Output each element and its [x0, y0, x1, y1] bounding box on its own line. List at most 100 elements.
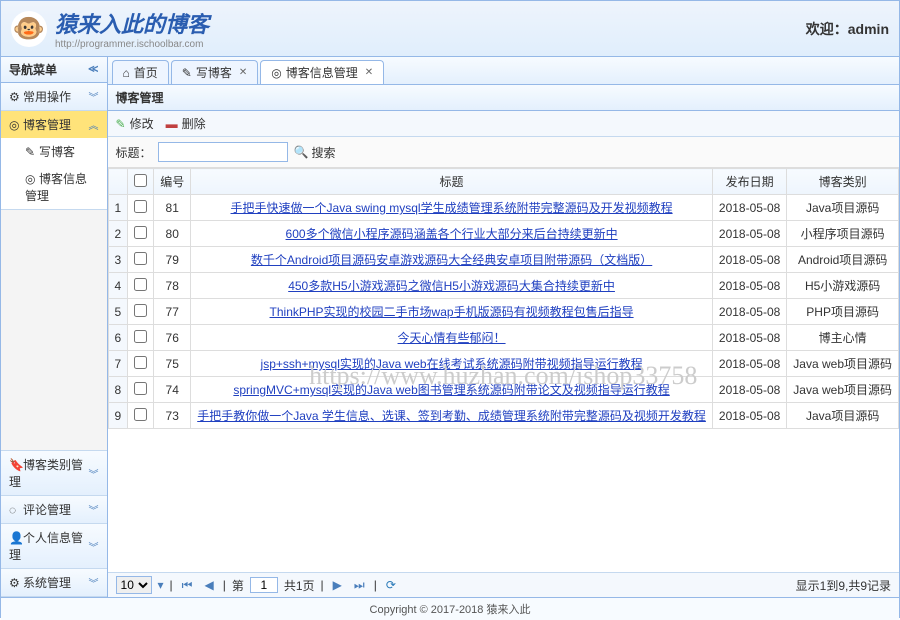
next-page-button[interactable]: ▶ — [330, 578, 345, 592]
table-row[interactable]: 4 78 450多款H5小游戏源码之微信H5小游戏源码大集合持续更新中 2018… — [108, 273, 898, 299]
cell-date: 2018-05-08 — [712, 273, 786, 299]
table-row[interactable]: 6 76 今天心情有些郁闷！ 2018-05-08 博主心情 — [108, 325, 898, 351]
row-number: 9 — [108, 403, 128, 429]
row-number: 6 — [108, 325, 128, 351]
cell-date: 2018-05-08 — [712, 377, 786, 403]
collapse-left-icon[interactable]: ≪ — [88, 64, 98, 75]
sidebar-group[interactable]: ◎博客管理 ︽ — [1, 111, 107, 138]
chevron-icon: ︾ — [89, 575, 99, 590]
row-checkbox[interactable] — [134, 278, 147, 291]
cell-id: 73 — [154, 403, 191, 429]
sidebar-group[interactable]: 🔖博客类别管理 ︾ — [1, 451, 107, 495]
close-icon[interactable]: ✕ — [239, 67, 247, 78]
sidebar-item[interactable]: ◎博客信息管理 — [1, 165, 107, 209]
cell-date: 2018-05-08 — [712, 195, 786, 221]
tab-label: 首页 — [134, 64, 158, 81]
sidebar-item-icon: ◎ — [25, 172, 39, 186]
last-page-button[interactable]: ⏭ — [351, 578, 368, 593]
panel-title: 博客管理 — [108, 85, 899, 111]
title-link[interactable]: springMVC+mysql实现的Java web图书管理系统源码附带论文及视… — [233, 383, 669, 397]
chevron-icon: ︾ — [89, 89, 99, 104]
row-number: 5 — [108, 299, 128, 325]
table-row[interactable]: 7 75 jsp+ssh+mysql实现的Java web在线考试系统源码附带视… — [108, 351, 898, 377]
col-title[interactable]: 标题 — [191, 169, 713, 195]
chevron-icon: ︾ — [89, 466, 99, 481]
title-link[interactable]: 数千个Android项目源码安卓游戏源码大全经典安卓项目附带源码（文档版） — [251, 253, 652, 267]
chevron-down-icon: ▾ — [158, 578, 164, 592]
page-header: 🐵 猿来入此的博客 http://programmer.ischoolbar.c… — [1, 1, 899, 57]
tab[interactable]: ✎ 写博客 ✕ — [171, 60, 258, 84]
cell-id: 75 — [154, 351, 191, 377]
title-link[interactable]: 手把手教你做一个Java 学生信息、选课、签到考勤、成绩管理系统附带完整源码及视… — [197, 409, 706, 423]
cell-category: Java项目源码 — [787, 195, 899, 221]
cell-id: 80 — [154, 221, 191, 247]
page-size-select[interactable]: 10 — [116, 576, 152, 594]
prev-page-button[interactable]: ◀ — [201, 578, 216, 592]
row-number: 8 — [108, 377, 128, 403]
cell-title: 数千个Android项目源码安卓游戏源码大全经典安卓项目附带源码（文档版） — [191, 247, 713, 273]
data-table: 编号 标题 发布日期 博客类别 1 81 手把手快速做一个Java swing … — [108, 168, 899, 429]
row-checkbox[interactable] — [134, 200, 147, 213]
page-footer: Copyright © 2017-2018 猿来入此 — [1, 597, 899, 620]
sidebar-title: 导航菜单 ≪ — [1, 57, 107, 83]
title-link[interactable]: 手把手快速做一个Java swing mysql学生成绩管理系统附带完整源码及开… — [231, 201, 673, 215]
close-icon[interactable]: ✕ — [365, 67, 373, 78]
col-checkbox — [128, 169, 154, 195]
tab[interactable]: ⌂ 首页 — [112, 60, 169, 84]
table-row[interactable]: 8 74 springMVC+mysql实现的Java web图书管理系统源码附… — [108, 377, 898, 403]
table-row[interactable]: 9 73 手把手教你做一个Java 学生信息、选课、签到考勤、成绩管理系统附带完… — [108, 403, 898, 429]
search-input[interactable] — [158, 142, 288, 162]
row-checkbox[interactable] — [134, 330, 147, 343]
title-link[interactable]: ThinkPHP实现的校园二手市场wap手机版源码有视频教程包售后指导 — [270, 305, 634, 319]
title-link[interactable]: 600多个微信小程序源码涵盖各个行业大部分来后台持续更新中 — [286, 227, 618, 241]
tab[interactable]: ◎ 博客信息管理 ✕ — [260, 60, 384, 84]
row-number: 3 — [108, 247, 128, 273]
search-button[interactable]: 🔍 搜索 — [294, 144, 336, 161]
row-checkbox[interactable] — [134, 408, 147, 421]
row-checkbox[interactable] — [134, 304, 147, 317]
chevron-icon: ︽ — [89, 117, 99, 132]
cell-id: 77 — [154, 299, 191, 325]
sidebar-group[interactable]: ◌评论管理 ︾ — [1, 496, 107, 523]
sidebar-item[interactable]: ✎写博客 — [1, 138, 107, 165]
sidebar-group[interactable]: ⚙常用操作 ︾ — [1, 83, 107, 110]
table-row[interactable]: 1 81 手把手快速做一个Java swing mysql学生成绩管理系统附带完… — [108, 195, 898, 221]
sidebar-group-icon: 👤 — [9, 531, 23, 545]
col-date[interactable]: 发布日期 — [712, 169, 786, 195]
table-row[interactable]: 5 77 ThinkPHP实现的校园二手市场wap手机版源码有视频教程包售后指导… — [108, 299, 898, 325]
cell-title: 450多款H5小游戏源码之微信H5小游戏源码大集合持续更新中 — [191, 273, 713, 299]
col-category[interactable]: 博客类别 — [787, 169, 899, 195]
sidebar-group[interactable]: 👤个人信息管理 ︾ — [1, 524, 107, 568]
refresh-button[interactable]: ⟳ — [383, 578, 399, 592]
title-link[interactable]: 450多款H5小游戏源码之微信H5小游戏源码大集合持续更新中 — [288, 279, 615, 293]
cell-date: 2018-05-08 — [712, 351, 786, 377]
cell-id: 81 — [154, 195, 191, 221]
page-number-input[interactable] — [250, 577, 278, 593]
row-checkbox[interactable] — [134, 252, 147, 265]
monkey-logo-icon: 🐵 — [11, 11, 47, 47]
tabs-bar: ⌂ 首页 ✎ 写博客 ✕ ◎ 博客信息管理 ✕ — [108, 57, 899, 85]
title-link[interactable]: jsp+ssh+mysql实现的Java web在线考试系统源码附带视频指导运行… — [261, 357, 643, 371]
site-title: 猿来入此的博客 — [55, 7, 209, 39]
col-id[interactable]: 编号 — [154, 169, 191, 195]
row-number: 4 — [108, 273, 128, 299]
row-checkbox[interactable] — [134, 382, 147, 395]
first-page-button[interactable]: ⏮ — [179, 578, 196, 593]
row-checkbox[interactable] — [134, 226, 147, 239]
pencil-icon: ✎ — [116, 117, 126, 131]
col-rownum — [108, 169, 128, 195]
table-row[interactable]: 2 80 600多个微信小程序源码涵盖各个行业大部分来后台持续更新中 2018-… — [108, 221, 898, 247]
edit-button[interactable]: ✎ 修改 — [116, 115, 154, 132]
cell-id: 79 — [154, 247, 191, 273]
row-checkbox[interactable] — [134, 356, 147, 369]
table-row[interactable]: 3 79 数千个Android项目源码安卓游戏源码大全经典安卓项目附带源码（文档… — [108, 247, 898, 273]
sidebar-group[interactable]: ⚙系统管理 ︾ — [1, 569, 107, 596]
title-link[interactable]: 今天心情有些郁闷！ — [398, 331, 506, 345]
tab-icon: ◎ — [271, 66, 281, 80]
delete-button[interactable]: ▬ 删除 — [166, 115, 206, 132]
cell-category: 博主心情 — [787, 325, 899, 351]
sidebar-group-icon: ⚙ — [9, 576, 23, 590]
cell-date: 2018-05-08 — [712, 403, 786, 429]
select-all-checkbox[interactable] — [134, 174, 147, 187]
row-number: 1 — [108, 195, 128, 221]
